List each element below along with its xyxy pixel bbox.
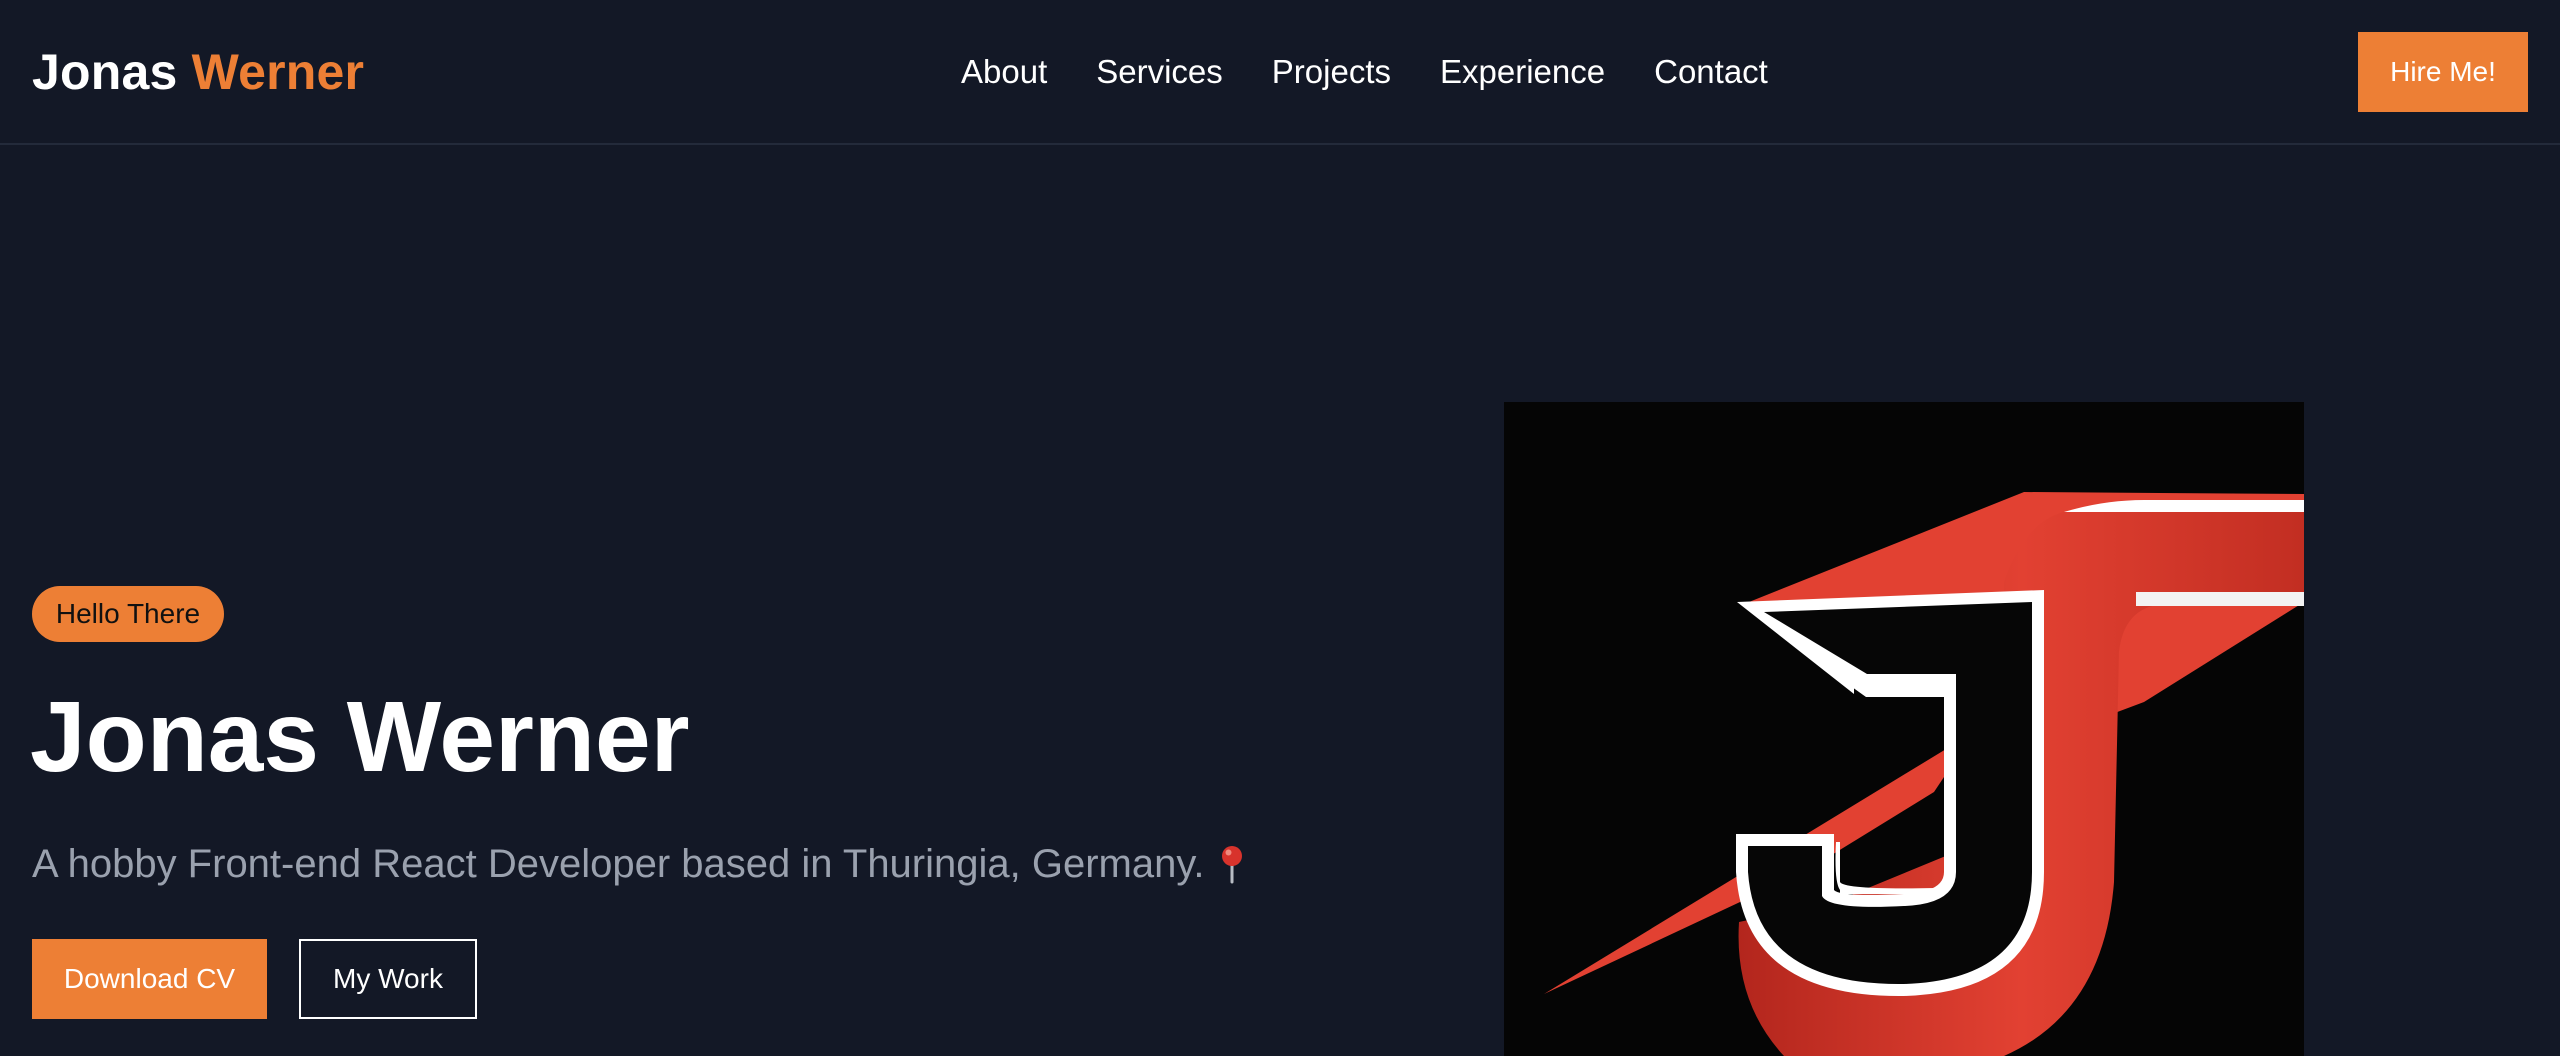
jw-monogram-logo [1504, 402, 2304, 1056]
navbar: Jonas Werner About Services Projects Exp… [0, 0, 2560, 145]
nav-link-experience[interactable]: Experience [1440, 52, 1605, 92]
nav-link-projects[interactable]: Projects [1272, 52, 1391, 92]
nav-link-about[interactable]: About [961, 52, 1047, 92]
hero-subtitle: A hobby Front-end React Developer based … [32, 840, 1245, 888]
brand-last-name: Werner [191, 44, 365, 100]
nav-link-services[interactable]: Services [1096, 52, 1223, 92]
hero-subtitle-text: A hobby Front-end React Developer based … [32, 842, 1205, 886]
greeting-badge: Hello There [32, 586, 224, 642]
round-pushpin-icon [1219, 844, 1245, 884]
my-work-button[interactable]: My Work [299, 939, 477, 1019]
brand-logo[interactable]: Jonas Werner [32, 44, 364, 100]
brand-first-name: Jonas [32, 44, 178, 100]
hero-title: Jonas Werner [30, 681, 690, 793]
nav-link-contact[interactable]: Contact [1654, 52, 1768, 92]
download-cv-button[interactable]: Download CV [32, 939, 267, 1019]
hire-me-button[interactable]: Hire Me! [2358, 32, 2528, 112]
main-nav: About Services Projects Experience Conta… [961, 52, 1768, 92]
